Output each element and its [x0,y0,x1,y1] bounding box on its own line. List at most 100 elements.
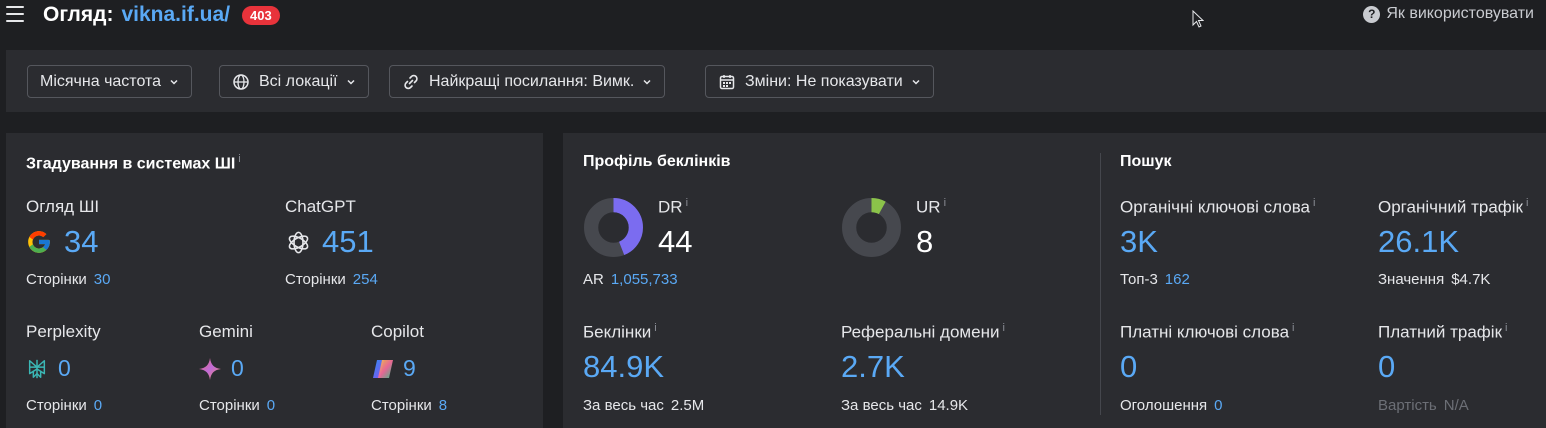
paid-traffic-cost-value: N/A [1443,397,1469,414]
page-title-url[interactable]: vikna.if.ua/ [121,3,230,27]
perplexity-pages-label: Сторінки [26,397,87,414]
calendar-icon [719,74,735,89]
paid-keywords-label-text: Платні ключові слова [1120,322,1290,342]
backlinks-all-time-value: 2.5M [670,397,705,414]
mouse-cursor-icon [1192,10,1204,28]
info-icon[interactable]: i [654,322,656,334]
dr-label: DR i [658,197,688,218]
ur-label-text: UR [916,197,941,217]
paid-traffic-label-text: Платний трафік [1378,322,1503,342]
location-dropdown[interactable]: Всі локації [219,65,369,98]
ai-mentions-title: Згадування в системах ШІ i [26,153,241,173]
ref-domains-all-time-value: 14.9K [928,397,969,414]
gemini-pages-value[interactable]: 0 [267,397,275,414]
info-icon[interactable]: i [1526,197,1528,209]
chevron-down-icon [912,79,920,85]
info-icon[interactable]: i [238,153,240,165]
ai-overview-value[interactable]: 34 [64,224,98,260]
frequency-dropdown-label: Місячна частота [40,72,162,90]
best-links-dropdown[interactable]: Найкращі посилання: Вимк. [389,65,666,98]
backlinks-label-text: Беклінки [583,322,652,342]
ref-domains-all-time-label: За весь час [841,397,922,414]
ur-value: 8 [916,224,934,259]
google-icon [28,231,50,253]
page-title-label: Огляд: [43,3,114,26]
organic-traffic-worth-label: Значення [1378,271,1445,288]
help-link[interactable]: ? Як використовувати [1363,5,1534,23]
ai-overview-pages-value[interactable]: 30 [94,271,111,288]
organic-traffic-label-text: Органічний трафік [1378,197,1523,217]
ai-mentions-title-text: Згадування в системах ШІ [26,155,236,173]
ai-overview-pages: Сторінки 30 [26,271,110,288]
copilot-pages: Сторінки 8 [371,397,447,414]
organic-traffic-value[interactable]: 26.1K [1378,224,1459,260]
status-badge: 403 [242,5,280,25]
paid-traffic-value[interactable]: 0 [1378,349,1395,385]
paid-keywords-value[interactable]: 0 [1120,349,1137,385]
chatgpt-label: ChatGPT [285,197,356,216]
gemini-value[interactable]: 0 [231,355,244,382]
openai-icon [288,231,309,254]
best-links-dropdown-label: Найкращі посилання: Вимк. [429,72,635,90]
info-icon[interactable]: i [686,197,688,209]
info-icon[interactable]: i [1292,322,1294,334]
organic-traffic-worth-value: $4.7K [1451,271,1491,288]
copilot-value[interactable]: 9 [403,355,416,382]
chevron-down-icon [170,79,178,85]
panel-divider [1100,153,1101,415]
chatgpt-value[interactable]: 451 [322,224,374,260]
question-circle-icon: ? [1363,5,1381,23]
chatgpt-pages-value[interactable]: 254 [353,271,378,288]
copilot-icon [373,360,393,378]
organic-top3-value[interactable]: 162 [1165,271,1190,288]
ar-metric: AR 1,055,733 [583,271,678,288]
copilot-label: Copilot [371,322,424,341]
changes-dropdown-label: Зміни: Не показувати [745,72,903,90]
dr-label-text: DR [658,197,683,217]
gemini-label: Gemini [199,322,253,341]
paid-traffic-cost-label: Вартість [1378,397,1437,414]
top-bar: Огляд: vikna.if.ua/ 403 ? Як використову… [0,0,1546,34]
info-icon[interactable]: i [1002,322,1004,334]
ref-domains-label-text: Реферальні домени [841,322,1000,342]
help-label: Як використовувати [1386,5,1534,22]
ur-donut-chart [842,198,901,257]
paid-traffic-cost: Вартість N/A [1378,397,1469,414]
organic-top3-label: Топ-3 [1120,271,1158,288]
backlinks-value[interactable]: 84.9K [583,349,664,385]
organic-traffic-worth: Значення $4.7K [1378,271,1490,288]
paid-keywords-label: Платні ключові слова i [1120,322,1294,343]
paid-ads: Оголошення 0 [1120,397,1223,414]
gemini-icon [199,358,221,380]
gemini-pages-label: Сторінки [199,397,260,414]
copilot-pages-value[interactable]: 8 [439,397,447,414]
perplexity-pages: Сторінки 0 [26,397,102,414]
chevron-down-icon [346,79,355,85]
ref-domains-label: Реферальні домени i [841,322,1005,343]
frequency-dropdown[interactable]: Місячна частота [27,65,193,98]
perplexity-pages-value[interactable]: 0 [94,397,102,414]
gemini-pages: Сторінки 0 [199,397,275,414]
organic-top3: Топ-3 162 [1120,271,1190,288]
copilot-pages-label: Сторінки [371,397,432,414]
ar-value[interactable]: 1,055,733 [611,271,678,288]
ar-label: AR [583,271,604,288]
hamburger-icon[interactable] [6,6,24,22]
perplexity-value[interactable]: 0 [58,355,71,382]
dr-donut-chart [584,198,643,257]
backlinks-all-time-label: За весь час [583,397,664,414]
perplexity-label: Perplexity [26,322,101,341]
ref-domains-value[interactable]: 2.7K [841,349,905,385]
location-dropdown-label: Всі локації [259,72,338,90]
organic-keywords-label: Органічні ключові слова i [1120,197,1315,218]
info-icon[interactable]: i [944,197,946,209]
organic-traffic-label: Органічний трафік i [1378,197,1528,218]
info-icon[interactable]: i [1505,322,1507,334]
changes-dropdown[interactable]: Зміни: Не показувати [705,65,934,98]
link-icon [404,74,418,89]
ai-overview-label: Огляд ШІ [26,197,100,216]
info-icon[interactable]: i [1313,197,1315,209]
organic-keywords-value[interactable]: 3K [1120,224,1158,260]
globe-icon [233,73,249,90]
paid-ads-value[interactable]: 0 [1214,397,1222,414]
